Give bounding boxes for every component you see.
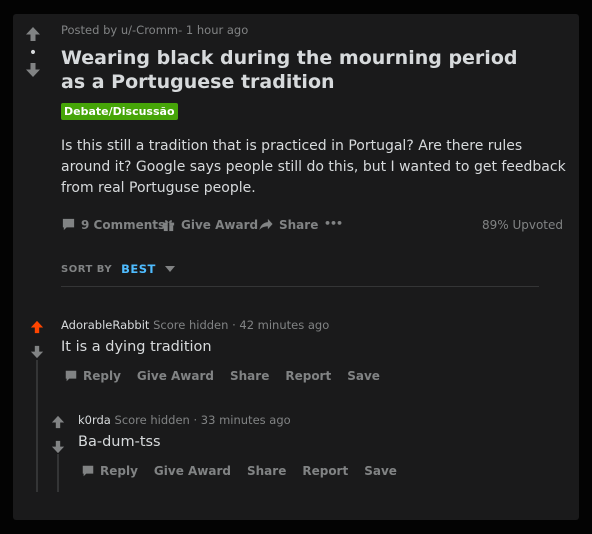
comment-author[interactable]: AdorableRabbit: [61, 318, 149, 332]
more-options-button[interactable]: •••: [324, 217, 343, 230]
upvote-icon[interactable]: [25, 26, 41, 42]
comments-label: 9 Comments: [81, 217, 166, 232]
reply-button[interactable]: Reply: [64, 369, 121, 383]
post-vote-column: •: [23, 26, 43, 78]
comment-icon: [61, 217, 81, 232]
comment-header: k0rda Score hidden · 33 minutes ago: [78, 413, 291, 427]
give-award-label: Give Award: [181, 217, 259, 232]
sort-label: SORT BY: [61, 263, 113, 275]
upvote-icon[interactable]: [30, 319, 44, 338]
more-icon: •••: [324, 217, 343, 230]
comment-time[interactable]: · 42 minutes ago: [232, 318, 329, 332]
reply-button[interactable]: Reply: [81, 464, 138, 478]
comment-body: Ba-dum-tss: [78, 434, 161, 450]
sort-value: BEST: [121, 262, 156, 276]
chevron-down-icon: [164, 264, 175, 275]
share-icon: [258, 217, 279, 232]
vote-count: •: [28, 45, 38, 61]
comment-vote-column: [29, 319, 45, 363]
thread-line[interactable]: [57, 454, 59, 492]
save-button[interactable]: Save: [347, 369, 380, 383]
downvote-icon[interactable]: [25, 62, 41, 78]
comment-author[interactable]: k0rda: [78, 413, 111, 427]
comment-actions: Reply Give Award Share Report Save: [81, 464, 413, 478]
upvote-ratio: 89% Upvoted: [481, 218, 563, 232]
post-flair[interactable]: Debate/Discussão: [61, 103, 178, 120]
gift-icon: [161, 217, 181, 232]
post-title[interactable]: Wearing black during the mourning period…: [61, 46, 521, 94]
comment-score: Score hidden: [114, 413, 190, 427]
sort-dropdown[interactable]: SORT BY BEST: [61, 262, 175, 276]
give-award-button[interactable]: Give Award: [161, 217, 258, 232]
report-button[interactable]: Report: [285, 369, 331, 383]
give-award-button[interactable]: Give Award: [137, 369, 214, 383]
comments-button[interactable]: 9 Comments: [61, 217, 165, 232]
report-button[interactable]: Report: [302, 464, 348, 478]
thread-line[interactable]: [36, 360, 38, 492]
comment-score: Score hidden: [153, 318, 229, 332]
give-award-button[interactable]: Give Award: [154, 464, 231, 478]
post-card: • Posted by u/-Cromm- 1 hour ago Wearing…: [13, 14, 579, 520]
post-body: Is this still a tradition that is practi…: [61, 138, 566, 196]
post-meta[interactable]: Posted by u/-Cromm- 1 hour ago: [61, 23, 248, 37]
divider: [61, 286, 539, 287]
comment-header: AdorableRabbit Score hidden · 42 minutes…: [61, 318, 329, 332]
comment-body: It is a dying tradition: [61, 339, 212, 355]
comment-vote-column: [50, 414, 66, 458]
post-actions: 9 Comments Give Award Share ••• 89% Upvo…: [61, 217, 563, 235]
upvote-icon[interactable]: [51, 414, 65, 433]
share-button[interactable]: Share: [230, 369, 269, 383]
share-label: Share: [279, 217, 319, 232]
save-button[interactable]: Save: [364, 464, 397, 478]
share-button[interactable]: Share: [258, 217, 318, 232]
comment-time[interactable]: · 33 minutes ago: [193, 413, 290, 427]
share-button[interactable]: Share: [247, 464, 286, 478]
comment-actions: Reply Give Award Share Report Save: [64, 369, 396, 383]
